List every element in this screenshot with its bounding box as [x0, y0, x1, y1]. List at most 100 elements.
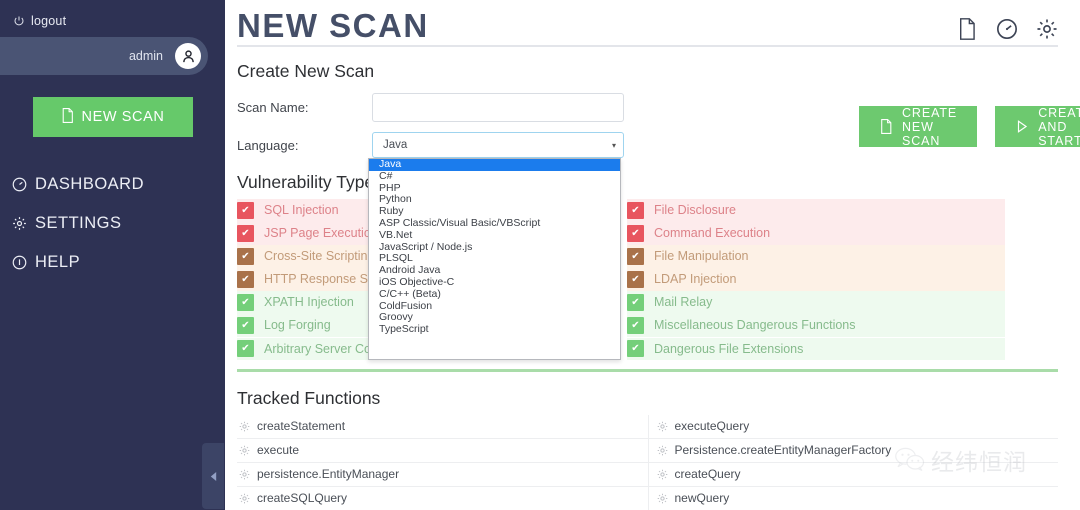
sidebar-item-label: HELP [35, 253, 81, 271]
page-header: NEW SCAN [237, 0, 1058, 47]
checkbox-checked-icon[interactable]: ✔ [237, 294, 254, 312]
tracked-function-cell[interactable]: newQuery [647, 486, 1058, 510]
vulnerability-types-heading: Vulnerability Types [237, 172, 383, 192]
language-selected-value: Java [383, 139, 408, 151]
checkbox-checked-icon[interactable]: ✔ [237, 247, 254, 265]
language-option[interactable]: C/C++ (Beta) [369, 288, 620, 301]
app-root: logout admin NEW SCAN DASHBOARD SETTINGS… [0, 0, 1080, 510]
scan-name-label: Scan Name: [237, 99, 309, 115]
vulnerability-type-label: JSP Page Execution [264, 226, 378, 241]
checkbox-checked-icon[interactable]: ✔ [627, 294, 644, 312]
language-label: Language: [237, 137, 299, 153]
tracked-function-label: execute [257, 443, 300, 458]
user-name: admin [128, 49, 163, 63]
tracked-function-cell[interactable]: executeQuery [647, 414, 1058, 439]
vulnerability-type-row[interactable]: ✔ File Manipulation [627, 245, 1005, 268]
checkbox-checked-icon[interactable]: ✔ [237, 317, 254, 335]
gear-icon [657, 493, 668, 504]
tracked-function-label: Persistence.createEntityManagerFactory [674, 443, 892, 458]
create-new-scan-heading: Create New Scan [237, 61, 375, 81]
sidebar-item-help[interactable]: HELP [0, 243, 225, 282]
language-option[interactable]: C# [369, 170, 620, 183]
checkbox-checked-icon[interactable]: ✔ [237, 224, 254, 242]
language-option[interactable]: iOS Objective-C [369, 276, 620, 289]
vulnerability-type-label: Miscellaneous Dangerous Functions [654, 318, 856, 333]
vulnerability-type-label: Dangerous File Extensions [654, 341, 804, 356]
vulnerability-type-label: Command Execution [654, 226, 771, 241]
gear-icon[interactable] [1036, 18, 1058, 40]
avatar [175, 43, 201, 69]
vulnerability-type-row[interactable]: ✔ Command Execution [627, 222, 1005, 245]
tracked-function-cell[interactable]: createStatement [237, 415, 648, 439]
gear-icon [657, 469, 668, 480]
scan-name-input[interactable] [372, 92, 624, 122]
language-option[interactable]: Python [369, 194, 620, 206]
tracked-function-cell[interactable]: persistence.EntityManager [237, 463, 648, 487]
tracked-function-cell[interactable]: createSQLQuery [237, 487, 648, 510]
checkbox-checked-icon[interactable]: ✔ [237, 201, 254, 219]
sidebar-item-settings[interactable]: SETTINGS [0, 204, 225, 243]
vulnerability-type-label: Mail Relay [654, 295, 713, 310]
language-option[interactable]: VB.Net [369, 229, 620, 242]
checkbox-checked-icon[interactable]: ✔ [627, 224, 644, 242]
vulnerability-types-grid: ✔ SQL Injection ✔ JSP Page Execution ✔ Cross-… [237, 199, 1058, 361]
tracked-function-cell[interactable]: execute [237, 439, 648, 463]
checkbox-checked-icon[interactable]: ✔ [627, 271, 644, 289]
checkbox-checked-icon[interactable]: ✔ [627, 317, 644, 335]
tracked-function-label: createQuery [674, 467, 741, 482]
power-icon [13, 15, 25, 27]
sidebar-item-label: DASHBOARD [35, 175, 145, 193]
gear-icon [239, 469, 250, 480]
gear-icon [657, 421, 668, 432]
vulnerability-type-row[interactable]: ✔ Dangerous File Extensions [627, 337, 1005, 361]
create-and-start-button[interactable]: CREATE AND START [995, 106, 1080, 148]
tracked-functions-grid: createStatement executeQuery execute Persis… [237, 414, 1058, 510]
gauge-icon [12, 177, 27, 192]
gear-icon [12, 216, 27, 231]
sidebar-item-dashboard[interactable]: DASHBOARD [0, 165, 225, 204]
vulnerability-right-column: ✔ File Disclosure ✔ Command Execution ✔ File … [627, 199, 1005, 361]
language-option[interactable]: Java [369, 159, 620, 171]
chevron-down-icon: ▾ [611, 140, 616, 150]
checkbox-checked-icon[interactable]: ✔ [237, 340, 254, 358]
vulnerability-type-row[interactable]: ✔ LDAP Injection [627, 268, 1005, 291]
gear-icon [657, 445, 668, 456]
file-icon[interactable] [956, 18, 978, 40]
new-scan-label: NEW SCAN [81, 109, 165, 125]
user-pill[interactable]: admin [0, 37, 208, 75]
tracked-functions-heading: Tracked Functions [237, 387, 381, 408]
gear-icon [239, 445, 250, 456]
vulnerability-type-label: File Disclosure [654, 203, 736, 217]
main-content: NEW SCAN Create New Scan Scan Name: Lang… [225, 0, 1080, 510]
language-option[interactable]: ASP Classic/Visual Basic/VBScript [369, 217, 620, 230]
vulnerability-type-row[interactable]: ✔ File Disclosure [627, 199, 1005, 222]
tracked-function-cell[interactable]: Persistence.createEntityManagerFactory [647, 438, 1058, 463]
checkbox-checked-icon[interactable]: ✔ [237, 271, 254, 289]
checkbox-checked-icon[interactable]: ✔ [627, 201, 644, 219]
vulnerability-type-label: XPATH Injection [264, 295, 354, 310]
new-scan-button[interactable]: NEW SCAN [32, 97, 193, 137]
vulnerability-type-label: Log Forging [264, 318, 331, 333]
vulnerability-type-label: LDAP Injection [654, 272, 737, 287]
tracked-function-label: createSQLQuery [257, 491, 348, 506]
sidebar-collapse-handle[interactable] [202, 443, 224, 509]
section-divider [237, 368, 1058, 372]
sidebar-nav: DASHBOARD SETTINGS HELP [0, 165, 225, 282]
tracked-function-cell[interactable]: createQuery [647, 462, 1058, 487]
vulnerability-type-row[interactable]: ✔ Miscellaneous Dangerous Functions [627, 314, 1005, 337]
tracked-function-label: createStatement [257, 419, 346, 434]
checkbox-checked-icon[interactable]: ✔ [627, 340, 644, 358]
gear-icon [239, 421, 250, 432]
vulnerability-type-label: SQL Injection [264, 203, 339, 217]
logout-label: logout [31, 13, 67, 28]
language-select[interactable]: Java ▾ [372, 132, 624, 158]
checkbox-checked-icon[interactable]: ✔ [627, 247, 644, 265]
create-new-scan-button[interactable]: CREATE NEW SCAN [859, 106, 978, 148]
logout-button[interactable]: logout [0, 0, 225, 32]
language-dropdown-list[interactable]: Java C# PHP Python Ruby ASP Classic/Visual Ba… [368, 158, 621, 360]
tracked-function-label: newQuery [674, 491, 730, 506]
language-option[interactable]: TypeScript [369, 323, 620, 336]
vulnerability-type-row[interactable]: ✔ Mail Relay [627, 291, 1005, 314]
gauge-icon[interactable] [996, 18, 1018, 40]
sidebar-item-label: SETTINGS [35, 214, 122, 232]
